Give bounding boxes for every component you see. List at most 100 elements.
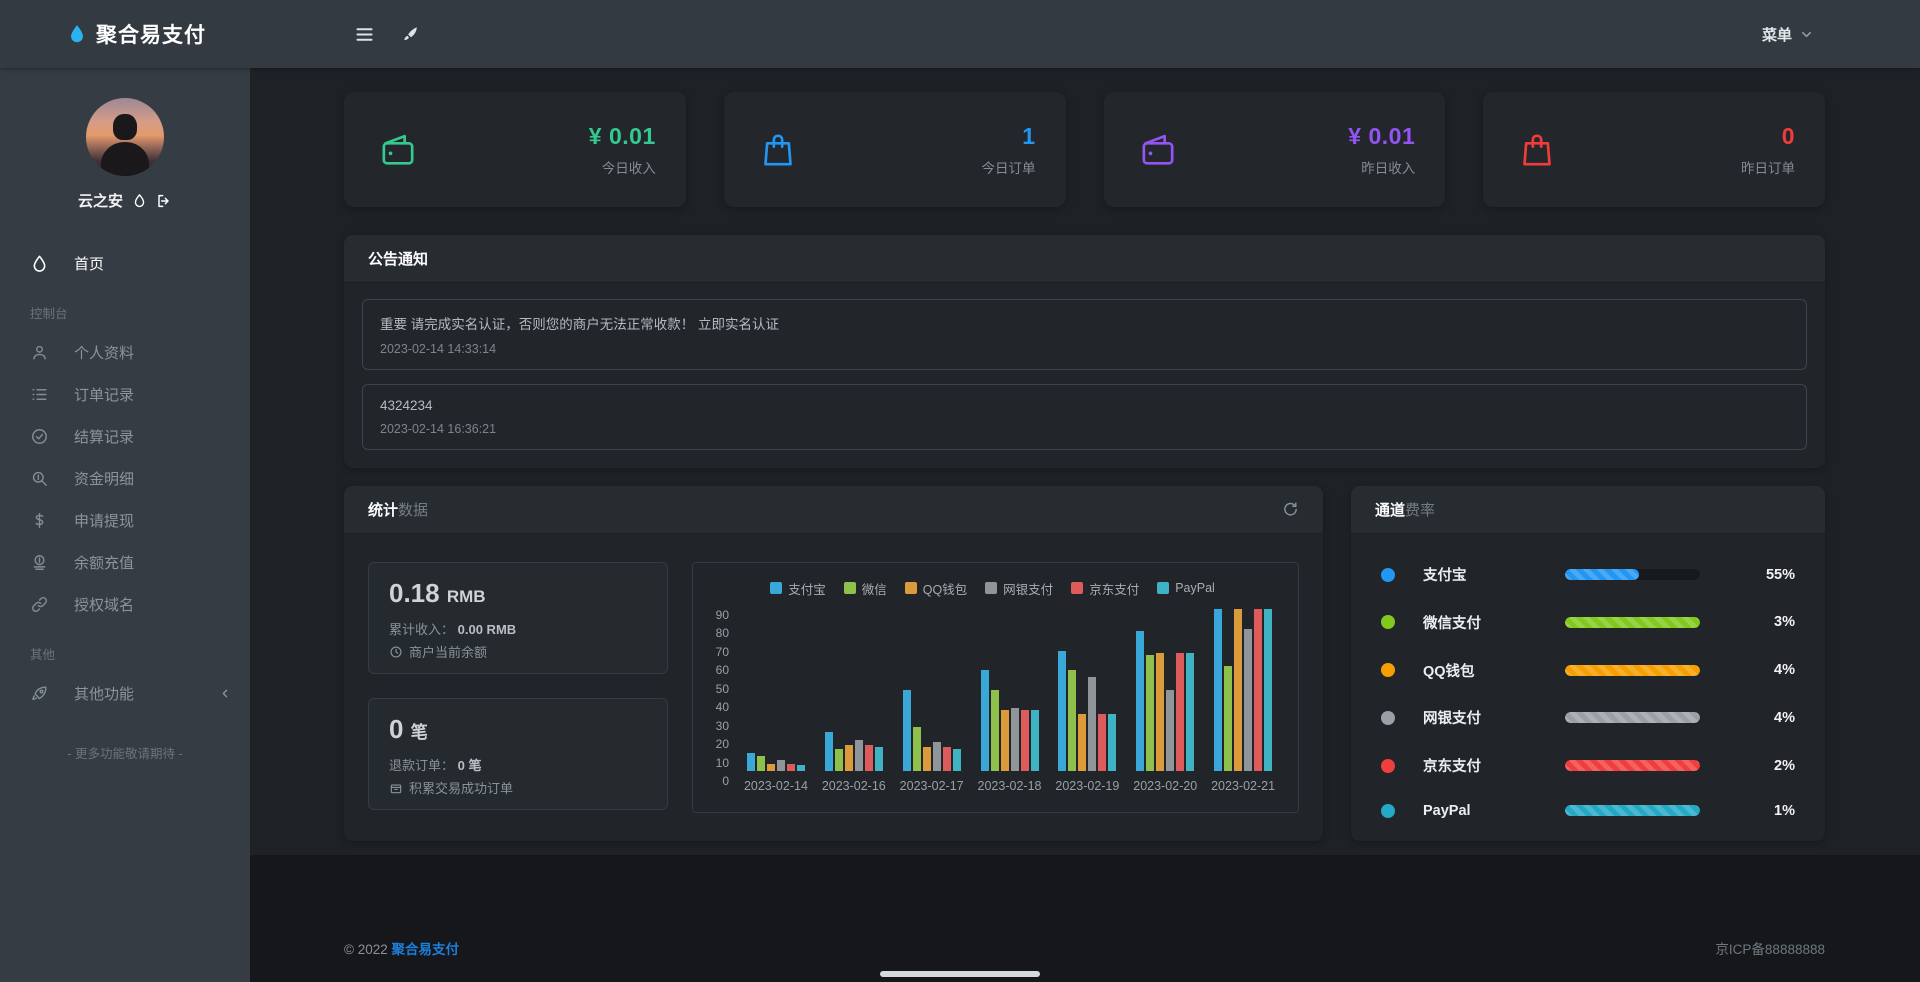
- chart-bar: [1108, 714, 1116, 771]
- chart-bar: [845, 745, 853, 771]
- chart-bars: [747, 605, 805, 771]
- channel-progress-bar: [1565, 617, 1700, 628]
- sidebar-item-rocket[interactable]: 其他功能: [30, 673, 250, 713]
- legend-label: 京东支付: [1089, 579, 1139, 598]
- dollar-icon: [30, 511, 52, 530]
- brush-icon[interactable]: [401, 25, 420, 44]
- axis-tick-label: 30: [716, 719, 729, 733]
- clock-icon: [389, 645, 403, 659]
- chart-bar: [991, 690, 999, 771]
- stat-card-value: ¥ 0.01: [589, 123, 656, 150]
- chart-bar: [1214, 609, 1222, 771]
- user-row: 云之安: [0, 190, 250, 211]
- menu-dropdown[interactable]: 菜单: [1762, 24, 1814, 45]
- chart-bar: [1224, 666, 1232, 771]
- sidebar-item-label: 订单记录: [74, 384, 134, 405]
- sidebar-item-list[interactable]: 订单记录: [30, 374, 250, 414]
- chart-bar: [1176, 653, 1184, 771]
- logout-icon[interactable]: [156, 193, 172, 209]
- chart-bar-group: 2023-02-20: [1126, 605, 1204, 812]
- refund-value: 0 笔: [389, 714, 647, 745]
- announcement-link[interactable]: 立即实名认证: [698, 317, 779, 332]
- legend-item[interactable]: 京东支付: [1071, 579, 1139, 598]
- chart-bar: [865, 745, 873, 771]
- legend-item[interactable]: QQ钱包: [905, 579, 967, 598]
- chart-bars: [1136, 605, 1194, 771]
- drop-badge-icon[interactable]: [132, 193, 147, 208]
- chart-bar: [747, 753, 755, 771]
- stat-card-right: 0昨日订单: [1741, 123, 1795, 177]
- announcement-time: 2023-02-14 14:33:14: [380, 342, 1789, 356]
- refresh-icon[interactable]: [1282, 501, 1299, 518]
- stat-cards-row: ¥ 0.01今日收入1今日订单¥ 0.01昨日收入0昨日订单: [344, 92, 1825, 207]
- refund-caption: 积累交易成功订单: [389, 778, 647, 797]
- hamburger-icon[interactable]: [354, 24, 375, 45]
- channel-name: PayPal: [1423, 803, 1551, 819]
- drop-logo-icon: [66, 23, 88, 45]
- sidebar-item-check-circle[interactable]: 结算记录: [30, 416, 250, 456]
- channel-dot: [1381, 568, 1395, 582]
- legend-label: PayPal: [1175, 581, 1215, 595]
- brand[interactable]: 聚合易支付: [66, 19, 206, 49]
- coins-icon: [30, 553, 52, 572]
- legend-swatch: [905, 582, 917, 594]
- stat-card-value: 0: [1741, 123, 1795, 150]
- sidebar-item-link[interactable]: 授权域名: [30, 584, 250, 624]
- scrollbar-thumb[interactable]: [880, 971, 1040, 977]
- chart-plot: 2023-02-142023-02-162023-02-172023-02-18…: [737, 605, 1282, 812]
- channel-rate-row: 京东支付 2%: [1381, 755, 1795, 776]
- brand-title: 聚合易支付: [96, 19, 206, 49]
- sidebar-section-title: 控制台: [30, 303, 250, 322]
- announcement-time: 2023-02-14 16:36:21: [380, 422, 1789, 436]
- footer-brand-link[interactable]: 聚合易支付: [392, 942, 460, 957]
- avatar[interactable]: [86, 98, 164, 176]
- chart-bar: [797, 765, 805, 771]
- stat-card-label: 昨日收入: [1348, 157, 1415, 177]
- wallet-icon: [1138, 130, 1178, 170]
- announcement-item: 43242342023-02-14 16:36:21: [362, 384, 1807, 450]
- sidebar-item-user[interactable]: 个人资料: [30, 332, 250, 372]
- channels-title: 通道费率: [1375, 499, 1435, 520]
- chart-bar: [1166, 690, 1174, 771]
- sidebar-item-coins[interactable]: 余额充值: [30, 542, 250, 582]
- sidebar-item-home[interactable]: 首页: [30, 243, 250, 283]
- refund-summary-box: 0 笔 退款订单： 0 笔 积累交易成功订单: [368, 698, 668, 810]
- rocket-icon: [30, 684, 52, 703]
- channel-progress-bar: [1565, 665, 1700, 676]
- legend-item[interactable]: 支付宝: [770, 579, 826, 598]
- chart-bar-group: 2023-02-19: [1048, 605, 1126, 812]
- sidebar-item-dollar[interactable]: 申请提现: [30, 500, 250, 540]
- axis-tick-label: 40: [716, 700, 729, 714]
- chart-bars: [903, 605, 961, 771]
- chart-body: 0102030405060708090 2023-02-142023-02-16…: [703, 605, 1282, 812]
- channel-rate-row: 微信支付3%: [1381, 612, 1795, 633]
- chart-bar: [1146, 655, 1154, 771]
- legend-item[interactable]: 网银支付: [985, 579, 1053, 598]
- username: 云之安: [78, 190, 123, 211]
- channel-progress-bar: [1565, 760, 1700, 771]
- bottom-row: 统计数据 0.18 RMB 累计收入： 0.00 RMB: [344, 486, 1825, 841]
- legend-item[interactable]: PayPal: [1157, 581, 1215, 595]
- axis-category-label: 2023-02-21: [1211, 779, 1275, 793]
- chart-bar: [913, 727, 921, 771]
- axis-tick-label: 70: [716, 645, 729, 659]
- channel-name: 京东支付: [1423, 755, 1551, 776]
- chart-bar: [855, 740, 863, 771]
- channel-dot: [1381, 804, 1395, 818]
- sidebar-item-label: 授权域名: [74, 594, 134, 615]
- chart-bar-group: 2023-02-18: [971, 605, 1049, 812]
- legend-item[interactable]: 微信: [844, 579, 887, 598]
- copyright: © 2022 聚合易支付: [344, 938, 459, 958]
- channel-percent: 2%: [1700, 758, 1795, 774]
- axis-tick-label: 60: [716, 663, 729, 677]
- axis-tick-label: 80: [716, 626, 729, 640]
- channel-name: 微信支付: [1423, 612, 1551, 633]
- income-line: 累计收入： 0.00 RMB: [389, 619, 647, 638]
- chevron-down-icon: [1799, 27, 1814, 42]
- stat-card-right: 1今日订单: [982, 123, 1036, 177]
- channel-name: 支付宝: [1423, 564, 1551, 585]
- channel-progress-fill: [1565, 805, 1700, 816]
- sidebar-item-label: 其他功能: [74, 683, 134, 704]
- chart-bar: [1021, 710, 1029, 771]
- sidebar-item-search[interactable]: 资金明细: [30, 458, 250, 498]
